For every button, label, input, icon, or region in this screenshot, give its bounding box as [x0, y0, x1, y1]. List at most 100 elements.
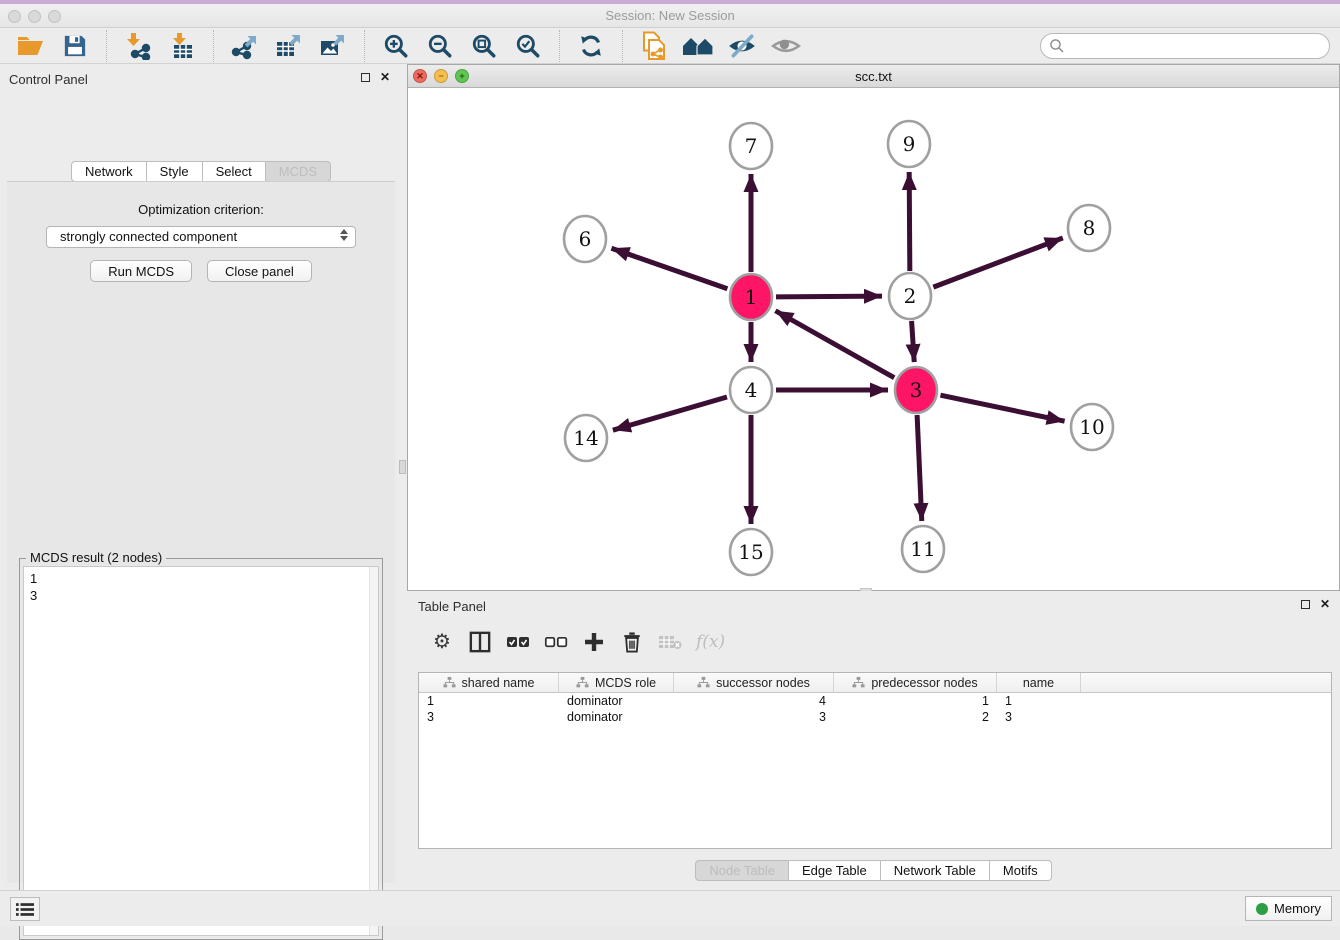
column-layout-icon[interactable]	[468, 629, 492, 655]
column-header-MCDS-role[interactable]: MCDS role	[559, 673, 674, 692]
list-icon	[16, 902, 34, 917]
table-cell: 3	[674, 709, 834, 725]
tab-network-table[interactable]: Network Table	[881, 860, 990, 881]
column-header-successor-nodes[interactable]: successor nodes	[674, 673, 834, 692]
column-header-name[interactable]: name	[997, 673, 1081, 692]
graph-node-label-1: 1	[745, 285, 758, 309]
search-field-wrap	[1040, 33, 1330, 59]
column-header-shared-name[interactable]: shared name	[419, 673, 559, 692]
close-panel-button[interactable]: Close panel	[207, 260, 312, 282]
graph-edge-2-3[interactable]	[912, 321, 915, 362]
graph-node-label-11: 11	[910, 537, 935, 561]
graph-node-label-2: 2	[904, 284, 917, 308]
export-network-icon[interactable]	[223, 30, 267, 62]
add-column-icon[interactable]	[582, 629, 606, 655]
graph-edge-2-9[interactable]	[909, 172, 910, 271]
node-table[interactable]: shared nameMCDS rolesuccessor nodesprede…	[418, 672, 1332, 849]
graph-edge-1-6[interactable]	[611, 248, 727, 289]
optimization-criterion-dropdown[interactable]: strongly connected component	[46, 226, 356, 248]
tab-mcds[interactable]: MCDS	[266, 161, 331, 182]
search-input[interactable]	[1040, 33, 1330, 59]
dropdown-stepper-icon	[340, 229, 348, 241]
function-builder-icon: f(x)	[696, 629, 725, 655]
control-panel-tabs: Network Style Select MCDS	[0, 161, 402, 182]
tab-network[interactable]: Network	[71, 161, 147, 182]
graph-edge-3-10[interactable]	[940, 395, 1064, 421]
mcds-result-group: MCDS result (2 nodes) 1 3	[19, 558, 383, 940]
duplicate-network-icon[interactable]	[632, 30, 676, 62]
zoom-out-icon[interactable]	[418, 30, 462, 62]
mcds-result-title: MCDS result (2 nodes)	[26, 550, 166, 565]
float-table-panel-icon[interactable]	[1301, 600, 1310, 609]
deselect-all-columns-icon[interactable]	[544, 629, 568, 655]
tab-motifs[interactable]: Motifs	[990, 860, 1052, 881]
export-image-icon[interactable]	[311, 30, 355, 62]
optimization-criterion-label: Optimization criterion:	[7, 202, 395, 217]
zoom-in-icon[interactable]	[374, 30, 418, 62]
dropdown-value: strongly connected component	[60, 229, 237, 244]
session-title: Session: New Session	[0, 8, 1340, 23]
graph-node-label-6: 6	[579, 227, 592, 251]
network-window-titlebar[interactable]: ✕ − + scc.txt	[408, 65, 1339, 88]
import-table-icon[interactable]	[160, 30, 204, 62]
control-panel: Control Panel ✕ Network Style Select MCD…	[0, 64, 402, 890]
graph-node-label-15: 15	[738, 540, 763, 564]
graph-node-label-7: 7	[745, 134, 758, 158]
show-graphics-details-icon[interactable]	[764, 30, 808, 62]
tab-edge-table[interactable]: Edge Table	[789, 860, 881, 881]
graph-edge-3-1[interactable]	[775, 311, 894, 378]
graph-edge-2-8[interactable]	[933, 238, 1062, 287]
zoom-fit-icon[interactable]	[462, 30, 506, 62]
table-settings-icon[interactable]: ⚙︎	[430, 629, 454, 655]
vertical-splitter-handle[interactable]	[399, 460, 406, 474]
select-all-columns-icon[interactable]	[506, 629, 530, 655]
memory-label: Memory	[1274, 901, 1321, 916]
table-cell: 4	[674, 693, 834, 709]
graph-node-label-3: 3	[910, 378, 923, 402]
mcds-result-area[interactable]: 1 3	[23, 566, 379, 936]
home-icon[interactable]	[676, 30, 720, 62]
graph-edge-3-11[interactable]	[917, 415, 922, 521]
table-cell: dominator	[559, 709, 674, 725]
table-tabs: Node Table Edge Table Network Table Moti…	[407, 860, 1340, 881]
graph-edge-1-2[interactable]	[776, 296, 882, 297]
graph-node-label-8: 8	[1083, 216, 1096, 240]
titlebar: Session: New Session	[0, 4, 1340, 28]
float-panel-icon[interactable]	[361, 73, 370, 82]
export-table-icon[interactable]	[267, 30, 311, 62]
delete-table-icon	[658, 629, 682, 655]
column-header-predecessor-nodes[interactable]: predecessor nodes	[834, 673, 997, 692]
table-row[interactable]: 1dominator411	[419, 693, 1331, 709]
tab-style[interactable]: Style	[147, 161, 203, 182]
run-mcds-button[interactable]: Run MCDS	[90, 260, 192, 282]
zoom-selected-icon[interactable]	[506, 30, 550, 62]
table-panel: Table Panel ✕ ⚙︎	[407, 591, 1340, 890]
task-history-button[interactable]	[10, 897, 40, 921]
table-header-row: shared nameMCDS rolesuccessor nodesprede…	[419, 673, 1331, 693]
open-session-icon[interactable]	[9, 30, 53, 62]
memory-button[interactable]: Memory	[1245, 896, 1332, 921]
tab-select[interactable]: Select	[203, 161, 266, 182]
result-scrollbar[interactable]	[369, 567, 378, 935]
save-session-icon[interactable]	[53, 30, 97, 62]
memory-status-icon	[1256, 903, 1268, 915]
network-canvas[interactable]: 7968124314101511	[408, 88, 1339, 590]
table-cell: 1	[419, 693, 559, 709]
table-toolbar: ⚙︎ f(x)	[418, 622, 1332, 662]
import-network-icon[interactable]	[116, 30, 160, 62]
search-icon	[1049, 38, 1065, 54]
close-panel-icon[interactable]: ✕	[380, 72, 390, 82]
table-row[interactable]: 3dominator323	[419, 709, 1331, 725]
hide-graphics-details-icon[interactable]	[720, 30, 764, 62]
close-table-panel-icon[interactable]: ✕	[1320, 599, 1330, 609]
refresh-icon[interactable]	[569, 30, 613, 62]
application-window: Session: New Session	[0, 0, 1340, 926]
graph-node-label-14: 14	[573, 426, 598, 450]
table-cell: 1	[997, 693, 1081, 709]
graph-edge-4-14[interactable]	[613, 397, 727, 430]
table-cell: 1	[834, 693, 997, 709]
table-cell: dominator	[559, 693, 674, 709]
tab-node-table[interactable]: Node Table	[695, 860, 789, 881]
mcds-result-text: 1 3	[24, 567, 378, 607]
delete-column-icon[interactable]	[620, 629, 644, 655]
